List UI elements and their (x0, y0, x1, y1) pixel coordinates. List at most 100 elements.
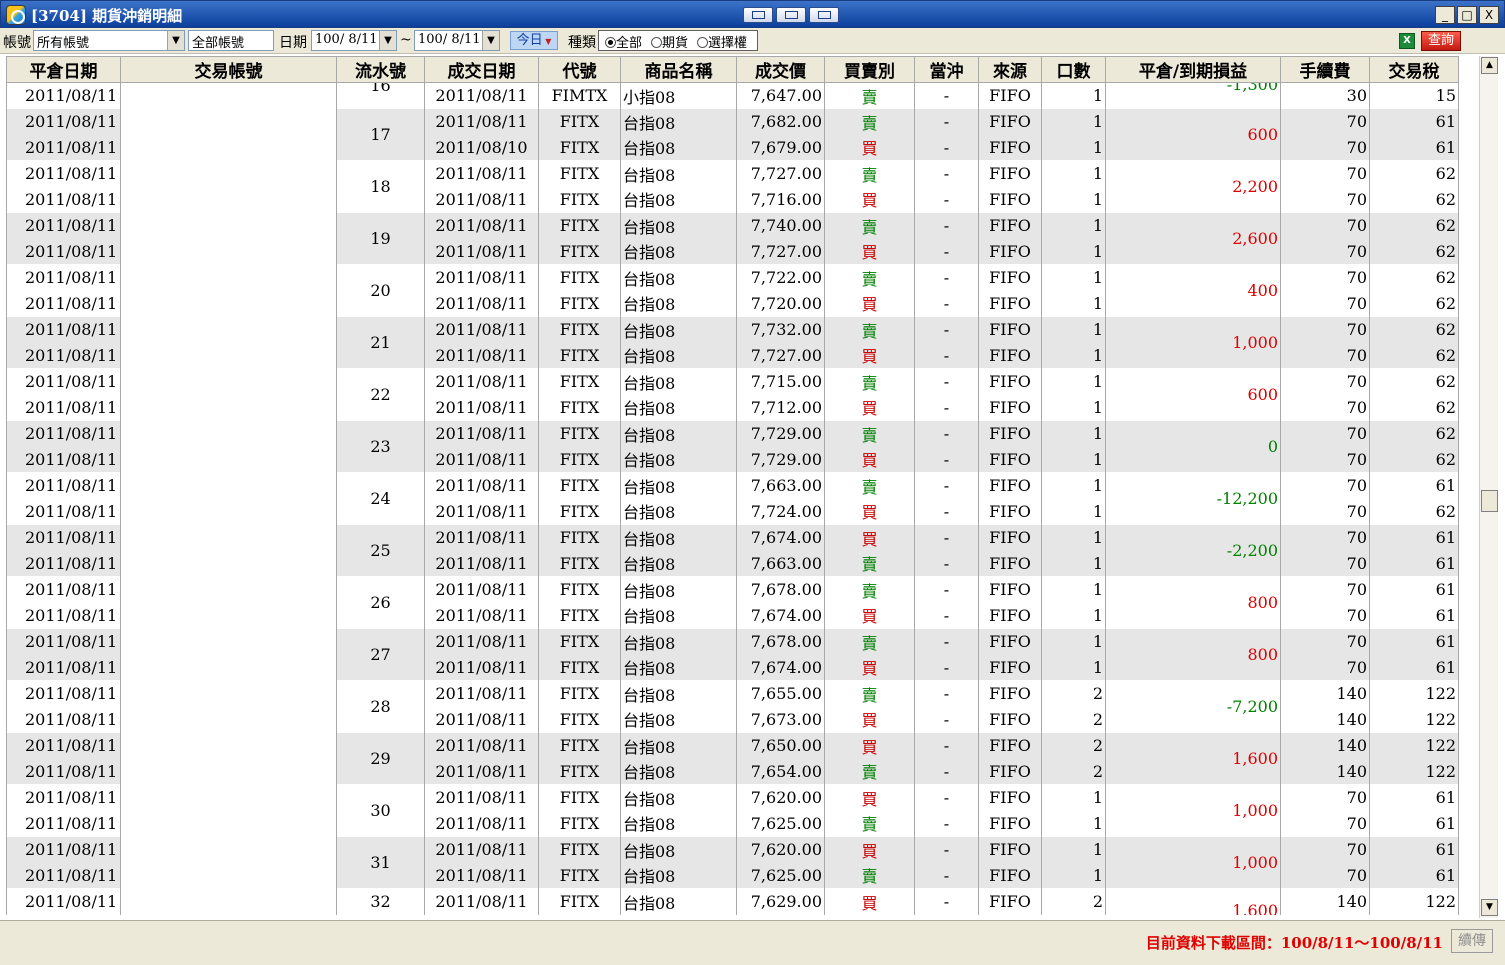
column-header-side[interactable]: 買賣別 (824, 56, 915, 83)
daytrade-cell: - (914, 238, 979, 265)
scroll-down-arrow-icon[interactable]: ▼ (1481, 899, 1498, 916)
column-header-product-name[interactable]: 商品名稱 (620, 56, 737, 83)
daytrade-cell: - (914, 602, 979, 629)
cascade-window-icon[interactable] (776, 7, 806, 23)
table-row[interactable]: 2011/08/11 27 2011/08/11 FITX 台指08 7,678.00 賣 -… (6, 628, 1459, 681)
table-row[interactable]: 2011/08/11 21 2011/08/11 FITX 台指08 7,732.00 賣 -… (6, 316, 1459, 369)
qty-cell: 2 (1041, 732, 1106, 759)
today-button[interactable]: 今日 ▼ (510, 31, 558, 50)
tile-window-icon[interactable] (743, 7, 773, 23)
daytrade-cell: - (914, 212, 979, 239)
radio-futures[interactable]: 期貨 (651, 32, 688, 51)
table-row[interactable]: 2011/08/11 16 2011/08/11 FIMTX 小指08 7,647.00 賣… (6, 82, 1459, 109)
price-cell: 7,724.00 (736, 498, 825, 525)
fee-cell: 70 (1280, 186, 1370, 213)
column-header-seq[interactable]: 流水號 (336, 56, 425, 83)
price-cell: 7,729.00 (736, 446, 825, 473)
side-cell: 買 (824, 888, 915, 915)
daytrade-cell: - (914, 654, 979, 681)
query-button[interactable]: 查詢 (1421, 31, 1461, 51)
radio-options[interactable]: 選擇權 (697, 32, 747, 51)
trade-account-field[interactable]: 全部帳號 (188, 30, 274, 51)
side-cell: 賣 (824, 862, 915, 889)
excel-export-icon[interactable]: X (1399, 33, 1415, 49)
table-row[interactable]: 2011/08/11 30 2011/08/11 FITX 台指08 7,620.00 買 -… (6, 784, 1459, 837)
column-header-source[interactable]: 來源 (978, 56, 1042, 83)
column-header-code[interactable]: 代號 (538, 56, 621, 83)
app-logo-icon (6, 5, 26, 25)
tax-cell: 61 (1369, 602, 1459, 629)
close-date-cell: 2011/08/11 (6, 368, 121, 395)
column-header-price[interactable]: 成交價 (736, 56, 825, 83)
table-row[interactable]: 2011/08/11 17 2011/08/11 FITX 台指08 7,682.00 賣 -… (6, 108, 1459, 161)
table-row[interactable]: 2011/08/11 24 2011/08/11 FITX 台指08 7,663.00 賣 -… (6, 472, 1459, 525)
daytrade-cell: - (914, 732, 979, 759)
source-cell: FIFO (978, 394, 1042, 421)
column-header-close-date[interactable]: 平倉日期 (6, 56, 121, 83)
trade-date-cell: 2011/08/11 (424, 394, 539, 421)
date-from-picker[interactable]: 100/ 8/11 ▼ (311, 30, 397, 51)
table-row[interactable]: 2011/08/11 28 2011/08/11 FITX 台指08 7,655.00 賣 -… (6, 680, 1459, 733)
maximize-button[interactable]: □ (1457, 6, 1477, 24)
table-row[interactable]: 2011/08/11 26 2011/08/11 FITX 台指08 7,678.00 賣 -… (6, 576, 1459, 629)
tax-cell: 62 (1369, 264, 1459, 291)
side-cell: 買 (824, 654, 915, 681)
code-cell: FITX (538, 264, 621, 291)
table-row[interactable]: 2011/08/11 29 2011/08/11 FITX 台指08 7,650.00 買 -… (6, 732, 1459, 785)
product-name-cell: 台指08 (620, 732, 737, 759)
resend-button[interactable]: 續傳 (1451, 929, 1493, 953)
code-cell: FITX (538, 238, 621, 265)
trade-account-cell-masked (120, 316, 337, 369)
table-row[interactable]: 2011/08/11 25 2011/08/11 FITX 台指08 7,674.00 買 -… (6, 524, 1459, 577)
table-row[interactable]: 2011/08/11 32 2011/08/11 FITX 台指08 7,629.00 買 -… (6, 888, 1459, 915)
product-name-cell: 台指08 (620, 524, 737, 551)
table-row[interactable]: 2011/08/11 19 2011/08/11 FITX 台指08 7,740.00 賣 -… (6, 212, 1459, 265)
detach-window-icon[interactable] (809, 7, 839, 23)
close-date-cell: 2011/08/11 (6, 706, 121, 733)
daytrade-cell: - (914, 290, 979, 317)
column-header-trade-date[interactable]: 成交日期 (424, 56, 539, 83)
account-select[interactable]: 所有帳號 ▼ (33, 30, 185, 51)
column-header-pnl[interactable]: 平倉/到期損益 (1105, 56, 1281, 83)
column-header-tax[interactable]: 交易稅 (1369, 56, 1459, 83)
scroll-up-arrow-icon[interactable]: ▲ (1481, 57, 1498, 74)
fee-cell: 70 (1280, 654, 1370, 681)
table-row[interactable]: 2011/08/11 23 2011/08/11 FITX 台指08 7,729.00 賣 -… (6, 420, 1459, 473)
scrollbar-thumb[interactable] (1481, 490, 1498, 512)
trade-account-cell-masked (120, 420, 337, 473)
code-cell: FITX (538, 862, 621, 889)
daytrade-cell: - (914, 888, 979, 915)
chevron-down-icon[interactable]: ▼ (379, 31, 396, 50)
column-header-trade-account[interactable]: 交易帳號 (120, 56, 337, 83)
code-cell: FITX (538, 680, 621, 707)
chevron-down-icon[interactable]: ▼ (167, 31, 184, 50)
daytrade-cell: - (914, 368, 979, 395)
qty-cell: 1 (1041, 862, 1106, 889)
chevron-down-icon[interactable]: ▼ (482, 31, 499, 50)
date-label: 日期 (279, 35, 307, 51)
close-button[interactable]: X (1479, 6, 1499, 24)
minimize-button[interactable]: _ (1435, 6, 1455, 24)
code-cell: FITX (538, 524, 621, 551)
source-cell: FIFO (978, 238, 1042, 265)
trade-date-cell: 2011/08/11 (424, 524, 539, 551)
fee-cell: 70 (1280, 524, 1370, 551)
product-name-cell: 台指08 (620, 342, 737, 369)
column-header-fee[interactable]: 手續費 (1280, 56, 1370, 83)
date-to-picker[interactable]: 100/ 8/11 ▼ (414, 30, 500, 51)
column-header-qty[interactable]: 口數 (1041, 56, 1106, 83)
account-label: 帳號 (3, 35, 31, 51)
radio-all[interactable]: 全部 (605, 32, 642, 51)
vertical-scrollbar[interactable]: ▲ ▼ (1479, 56, 1498, 918)
code-cell: FITX (538, 290, 621, 317)
table-row[interactable]: 2011/08/11 22 2011/08/11 FITX 台指08 7,715.00 賣 -… (6, 368, 1459, 421)
table-row[interactable]: 2011/08/11 18 2011/08/11 FITX 台指08 7,727.00 賣 -… (6, 160, 1459, 213)
pnl-cell: 1,600 (1105, 888, 1281, 915)
tax-cell: 62 (1369, 160, 1459, 187)
column-header-daytrade[interactable]: 當沖 (914, 56, 979, 83)
table-row[interactable]: 2011/08/11 31 2011/08/11 FITX 台指08 7,620.00 買 -… (6, 836, 1459, 889)
seq-cell: 24 (336, 472, 425, 525)
table-row[interactable]: 2011/08/11 20 2011/08/11 FITX 台指08 7,722.00 賣 -… (6, 264, 1459, 317)
seq-cell: 18 (336, 160, 425, 213)
code-cell: FITX (538, 732, 621, 759)
